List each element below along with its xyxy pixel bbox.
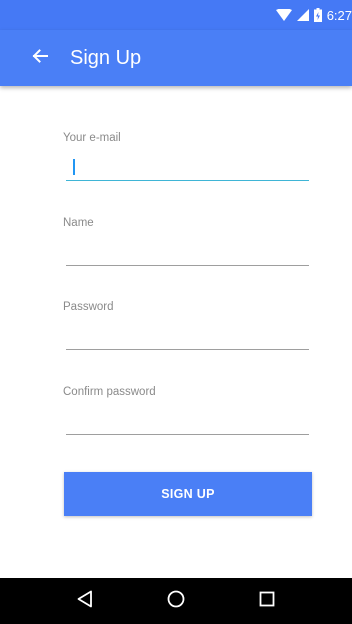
name-label: Name xyxy=(63,217,94,229)
name-field-group: Name xyxy=(63,217,309,266)
confirm-password-field-group: Confirm password xyxy=(63,386,309,435)
wifi-icon xyxy=(275,8,292,22)
email-field-group: Your e-mail xyxy=(63,132,309,181)
password-input[interactable] xyxy=(66,323,309,350)
nav-recents-button[interactable] xyxy=(247,581,287,621)
back-button[interactable] xyxy=(26,44,54,72)
page-title: Sign Up xyxy=(70,46,142,69)
email-input[interactable] xyxy=(66,154,309,181)
arrow-left-icon xyxy=(32,48,48,69)
text-cursor xyxy=(73,159,75,175)
nav-back-button[interactable] xyxy=(65,581,105,621)
battery-charging-icon xyxy=(313,8,322,22)
confirm-password-input[interactable] xyxy=(66,408,309,435)
status-time: 6:27 xyxy=(326,7,352,23)
status-bar: 6:27 xyxy=(0,0,352,30)
system-nav-bar xyxy=(0,578,352,624)
confirm-password-label: Confirm password xyxy=(63,386,156,398)
circle-home-icon xyxy=(167,590,185,613)
email-label: Your e-mail xyxy=(63,132,121,144)
square-recents-icon xyxy=(259,591,275,612)
password-label: Password xyxy=(63,301,114,313)
app-bar: Sign Up xyxy=(0,30,352,86)
password-field-group: Password xyxy=(63,301,309,350)
name-input[interactable] xyxy=(66,239,309,266)
sign-up-button[interactable]: SIGN UP xyxy=(64,472,312,516)
nav-home-button[interactable] xyxy=(156,581,196,621)
cell-signal-icon xyxy=(296,9,309,21)
triangle-back-icon xyxy=(77,590,93,613)
status-icons: 6:27 xyxy=(275,4,352,26)
